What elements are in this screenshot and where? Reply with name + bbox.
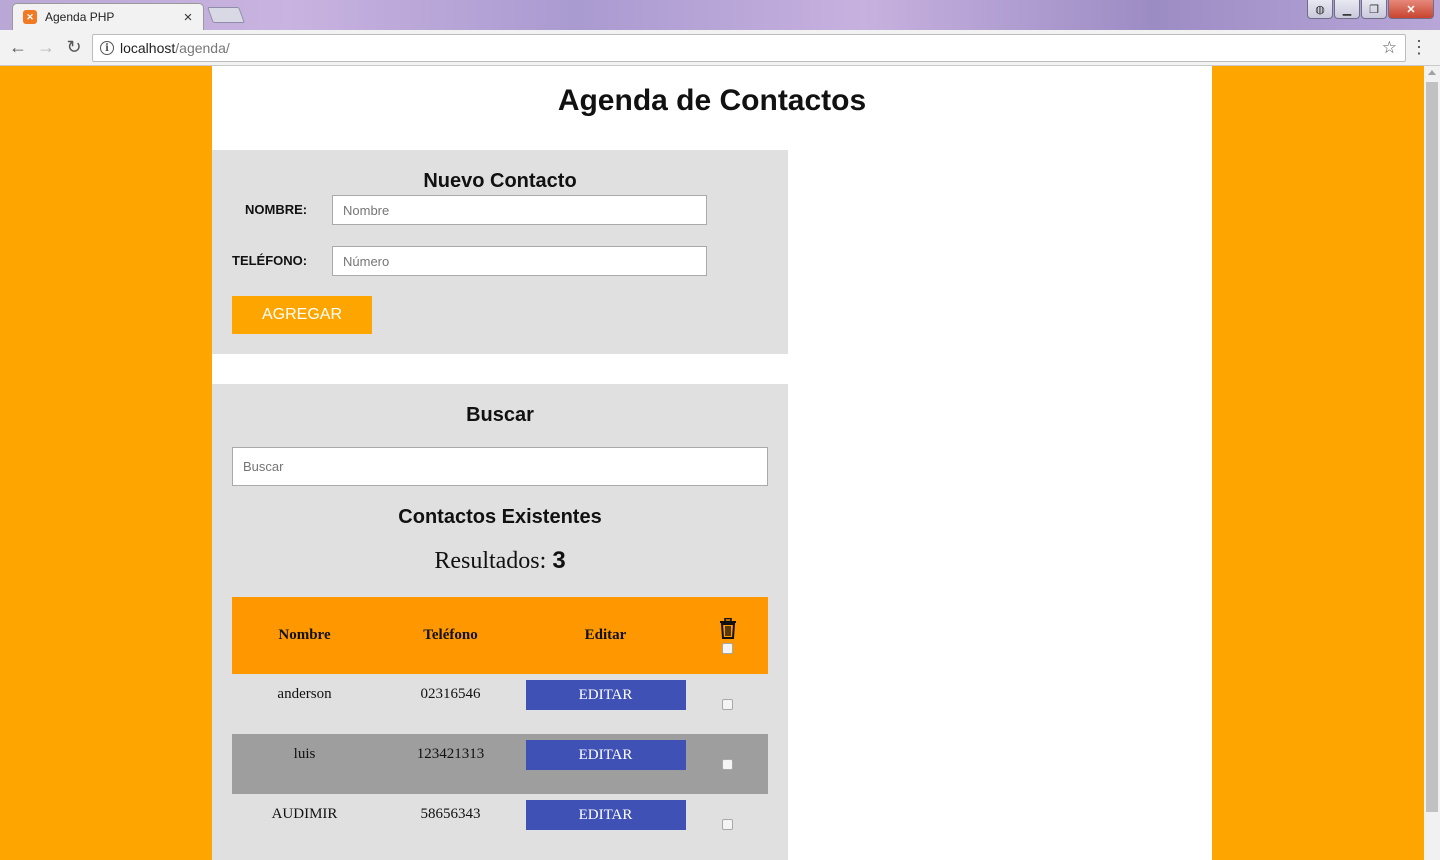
minimize-button[interactable]: ▁: [1334, 0, 1360, 19]
search-panel: Buscar Contactos Existentes Resultados: …: [212, 384, 788, 860]
search-heading: Buscar: [466, 404, 534, 426]
cell-telefono: 02316546: [420, 686, 481, 702]
agregar-button[interactable]: AGREGAR: [232, 296, 372, 334]
table-row: anderson 02316546 EDITAR: [232, 674, 768, 734]
browser-tabstrip: ✕ Agenda PHP × ◍ ▁ ❐ ✕: [0, 0, 1440, 30]
page-viewport: Agenda de Contactos Nuevo Contacto NOMBR…: [0, 66, 1424, 860]
window-controls: ◍ ▁ ❐ ✕: [1307, 0, 1434, 19]
telefono-label: TELÉFONO:: [232, 253, 308, 268]
maximize-button[interactable]: ❐: [1361, 0, 1387, 19]
nombre-label: NOMBRE:: [245, 202, 308, 217]
editar-button[interactable]: EDITAR: [525, 740, 686, 770]
address-bar[interactable]: i localhost/agenda/ ☆: [92, 34, 1406, 62]
cell-editar: EDITAR: [524, 674, 687, 734]
telefono-input[interactable]: [332, 246, 707, 276]
back-arrow-icon[interactable]: ←: [4, 34, 32, 62]
browser-toolbar: ← → ↻ i localhost/agenda/ ☆ ⋮: [0, 30, 1440, 66]
cell-telefono: 123421313: [377, 734, 524, 794]
table-row: AUDIMIR 58656343 EDITAR: [232, 794, 768, 854]
info-icon[interactable]: i: [100, 41, 114, 55]
col-header-delete: [687, 597, 768, 674]
url-host: localhost: [120, 40, 176, 56]
user-icon[interactable]: ◍: [1307, 0, 1333, 19]
col-header-editar: Editar: [524, 597, 687, 674]
cell-telefono: 58656343: [420, 806, 481, 822]
row-select-checkbox[interactable]: [722, 759, 733, 770]
results-label: Resultados:: [434, 548, 547, 574]
page-title: Agenda de Contactos: [557, 84, 867, 117]
tab-close-icon[interactable]: ×: [181, 9, 195, 26]
col-header-telefono: Teléfono: [377, 597, 524, 674]
cell-delete: [687, 734, 768, 794]
reload-icon[interactable]: ↻: [60, 34, 88, 62]
forward-arrow-icon[interactable]: →: [32, 34, 60, 62]
cell-editar: EDITAR: [524, 734, 687, 794]
cell-delete: [687, 794, 768, 854]
new-tab-button[interactable]: [207, 7, 245, 23]
trash-icon[interactable]: [719, 617, 737, 639]
nombre-input[interactable]: [332, 195, 707, 225]
tab-title: Agenda PHP: [45, 10, 115, 24]
cell-nombre: luis: [232, 734, 377, 794]
table-header-row: Nombre Teléfono Editar: [232, 597, 768, 674]
table-row: luis 123421313 EDITAR: [232, 734, 768, 794]
cell-editar: EDITAR: [524, 794, 687, 854]
xampp-icon: ✕: [23, 10, 37, 24]
select-all-checkbox[interactable]: [722, 642, 733, 654]
url-path: /agenda/: [175, 40, 230, 56]
results-summary: Resultados: 3: [212, 547, 788, 575]
star-icon[interactable]: ☆: [1382, 38, 1397, 58]
close-window-button[interactable]: ✕: [1388, 0, 1434, 19]
cell-delete: [687, 674, 768, 734]
search-input[interactable]: [232, 447, 768, 486]
row-select-checkbox[interactable]: [722, 819, 733, 830]
col-header-nombre: Nombre: [232, 597, 377, 674]
browser-tab[interactable]: ✕ Agenda PHP ×: [12, 3, 204, 30]
results-count: 3: [552, 547, 566, 574]
scroll-up-arrow-icon[interactable]: [1428, 70, 1436, 75]
editar-button[interactable]: EDITAR: [525, 800, 686, 830]
scroll-thumb[interactable]: [1426, 82, 1438, 812]
vertical-scrollbar[interactable]: [1424, 66, 1440, 860]
contacts-table: Nombre Teléfono Editar anderson 02316546…: [232, 597, 768, 854]
kebab-menu-icon[interactable]: ⋮: [1410, 38, 1428, 56]
new-contact-heading: Nuevo Contacto: [423, 170, 577, 192]
cell-nombre: anderson: [277, 686, 332, 702]
cell-nombre: AUDIMIR: [271, 806, 338, 822]
contacts-heading: Contactos Existentes: [398, 506, 602, 528]
new-contact-panel: Nuevo Contacto NOMBRE: TELÉFONO: AGREGAR: [212, 150, 788, 354]
row-select-checkbox[interactable]: [722, 699, 733, 710]
editar-button[interactable]: EDITAR: [525, 680, 686, 710]
